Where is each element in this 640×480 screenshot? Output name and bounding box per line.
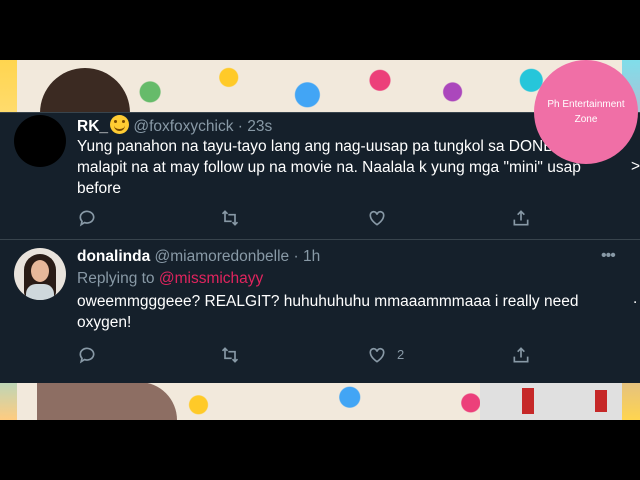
tweet-text: oweemmgggeee? REALGIT? huhuhuhuhu mmaaam… (77, 293, 579, 331)
edge-fragment: > (631, 158, 640, 175)
handle[interactable]: @miamoredonbelle (155, 248, 290, 265)
background-person-bottom-right (480, 382, 625, 420)
reply-icon[interactable] (77, 345, 99, 367)
tweet-actions (77, 208, 547, 230)
background-person-bottom-left (37, 382, 177, 420)
like-count: 2 (397, 347, 405, 362)
display-name[interactable]: donalinda (77, 248, 150, 265)
watermark-logo: Ph Entertainment Zone (534, 60, 638, 164)
timestamp[interactable]: 23s (247, 118, 272, 135)
display-name[interactable]: RK_ (77, 118, 108, 135)
avatar[interactable] (14, 248, 66, 300)
share-icon[interactable] (511, 208, 533, 230)
smiling-face-emoji-icon (110, 115, 130, 134)
more-icon[interactable]: ••• (601, 247, 616, 265)
like-icon[interactable] (367, 208, 389, 230)
avatar[interactable] (14, 115, 66, 167)
tweet-header: RK_ @foxfoxychick · 23s (77, 115, 272, 136)
retweet-icon[interactable] (220, 345, 242, 367)
like-icon[interactable] (367, 345, 389, 367)
handle[interactable]: @foxfoxychick (133, 118, 233, 135)
tweet-actions: 2 (77, 345, 547, 367)
separator: · (293, 248, 299, 265)
retweet-icon[interactable] (220, 208, 242, 230)
reply-icon[interactable] (77, 208, 99, 230)
tweet-text: Yung panahon na tayu-tayo lang ang nag-u… (77, 138, 609, 197)
tweet-card[interactable]: donalinda @miamoredonbelle · 1h ••• Repl… (0, 240, 640, 383)
video-frame: RK_ @foxfoxychick · 23s Yung panahon na … (0, 60, 640, 420)
separator: · (237, 118, 243, 135)
replying-to: Replying to @missmichayy (77, 270, 263, 288)
timestamp[interactable]: 1h (303, 248, 320, 265)
tweet-feed: RK_ @foxfoxychick · 23s Yung panahon na … (0, 112, 640, 383)
reply-mention-link[interactable]: @missmichayy (159, 270, 263, 287)
replying-to-label: Replying to (77, 270, 155, 287)
share-icon[interactable] (511, 345, 533, 367)
tweet-header: donalinda @miamoredonbelle · 1h (77, 248, 320, 266)
edge-fragment: . (633, 290, 638, 307)
